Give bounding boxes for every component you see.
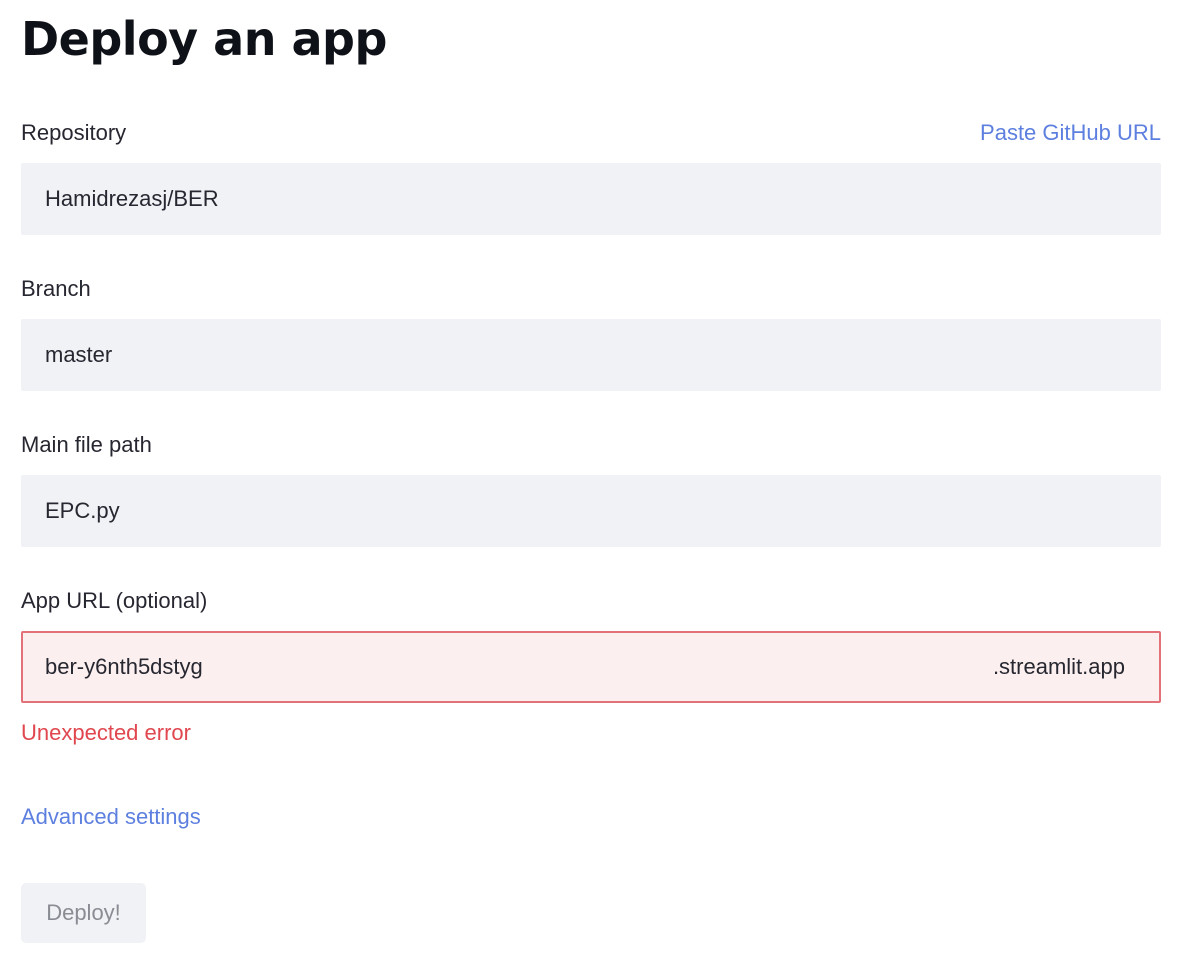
advanced-settings-link[interactable]: Advanced settings: [21, 802, 201, 832]
deploy-button[interactable]: Deploy!: [21, 883, 146, 943]
app-url-input[interactable]: [45, 633, 945, 701]
repository-field[interactable]: [21, 163, 1161, 235]
app-url-error-message: Unexpected error: [21, 720, 191, 745]
page-title: Deploy an app: [21, 12, 387, 66]
deploy-app-page: Deploy an app Repository Paste GitHub UR…: [0, 0, 1186, 954]
repository-input[interactable]: [45, 163, 945, 235]
app-url-label: App URL (optional): [21, 588, 208, 613]
main-file-path-field[interactable]: [21, 475, 1161, 547]
app-url-field[interactable]: .streamlit.app: [21, 631, 1161, 703]
main-file-path-input[interactable]: [45, 475, 945, 547]
app-url-suffix: .streamlit.app: [992, 654, 1125, 679]
paste-github-url-link[interactable]: Paste GitHub URL: [980, 118, 1161, 148]
repository-label: Repository: [21, 120, 127, 145]
branch-label: Branch: [21, 276, 91, 301]
branch-field[interactable]: [21, 319, 1161, 391]
main-file-path-label: Main file path: [21, 432, 152, 457]
branch-input[interactable]: [45, 319, 945, 391]
